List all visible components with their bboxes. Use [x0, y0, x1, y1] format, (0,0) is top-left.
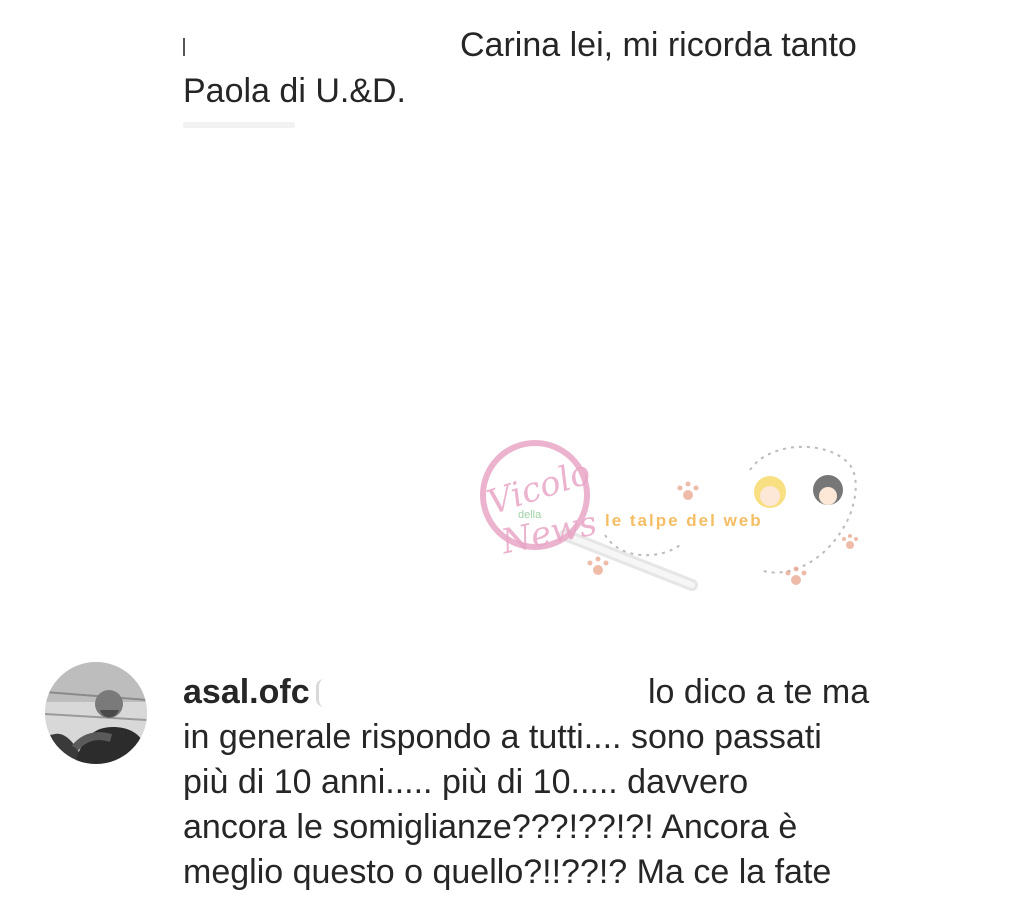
- comment-top-first-line: Carina lei, mi ricorda tanto: [183, 22, 943, 68]
- paw-icon: [587, 556, 609, 575]
- comment-text-line4: ancora le somiglianze???!??!?! Ancora è: [183, 808, 798, 846]
- watermark-logo: Vicolo della News le talpe del web: [480, 440, 858, 591]
- comment-text-line3: più di 10 anni..... più di 10..... davve…: [183, 763, 749, 801]
- dotted-path: [749, 445, 857, 574]
- comment-text-line5: meglio questo o quello?!!??!? Ma ce la f…: [183, 853, 832, 891]
- redacted-mention: [315, 679, 325, 707]
- comment-bottom: asal.ofc lo dico a te ma in generale ris…: [0, 660, 1024, 907]
- avatar-photo: [45, 662, 147, 764]
- paw-icon: [842, 534, 858, 549]
- comment-bottom-body: asal.ofc lo dico a te ma in generale ris…: [183, 670, 983, 895]
- comment-text-line1: lo dico a te ma: [648, 673, 870, 711]
- username-link[interactable]: asal.ofc: [183, 673, 310, 711]
- comment-bottom-first-line: asal.ofc lo dico a te ma: [183, 670, 983, 715]
- comment-top: Carina lei, mi ricorda tanto Paola di U.…: [183, 22, 943, 128]
- faint-timestamp-bar: [183, 122, 295, 128]
- comment-top-text-line1: Carina lei, mi ricorda tanto: [460, 26, 857, 64]
- comment-text-line2: in generale rispondo a tutti.... sono pa…: [183, 718, 822, 756]
- avatar[interactable]: [45, 662, 147, 764]
- paw-icon: [785, 566, 807, 585]
- comment-top-text-line2: Paola di U.&D.: [183, 72, 406, 110]
- logo-tagline: le talpe del web: [605, 511, 763, 530]
- paw-icon: [677, 481, 699, 500]
- redaction-mark: [183, 38, 185, 56]
